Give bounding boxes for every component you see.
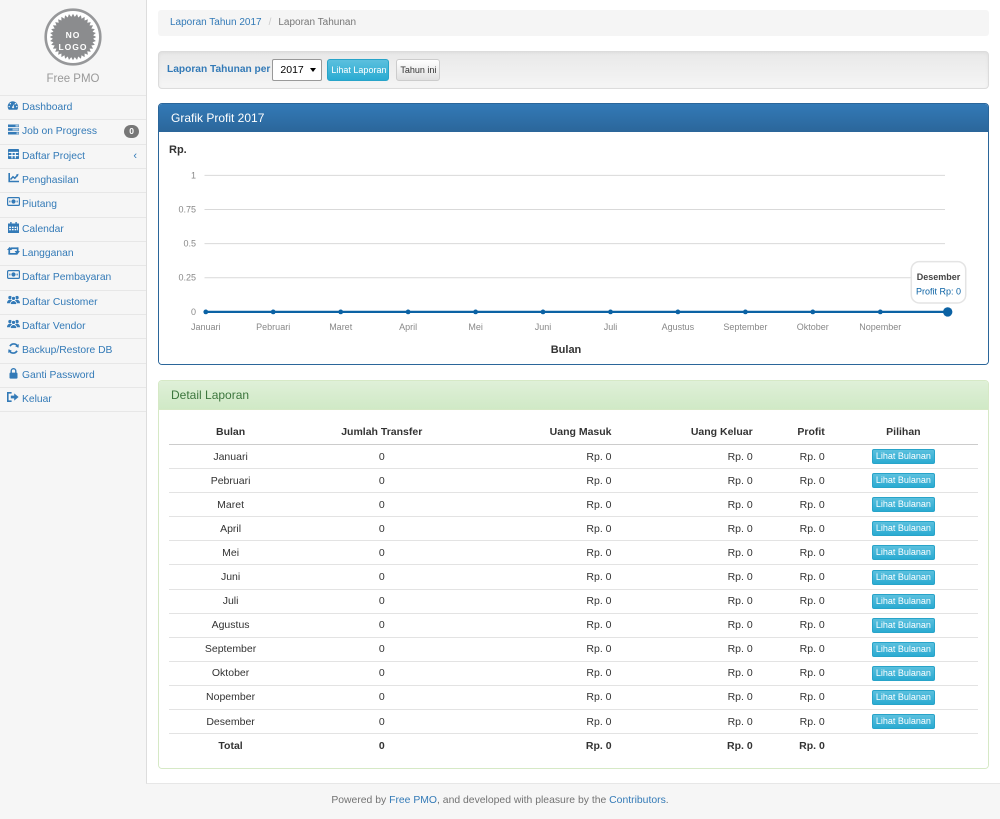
svg-text:Maret: Maret	[329, 322, 353, 332]
svg-text:0.5: 0.5	[183, 239, 196, 249]
svg-text:Agustus: Agustus	[662, 322, 695, 332]
svg-text:Oktober: Oktober	[797, 322, 829, 332]
svg-text:LOGO: LOGO	[58, 42, 87, 52]
svg-text:Nopember: Nopember	[859, 322, 901, 332]
svg-text:0: 0	[191, 307, 196, 317]
svg-text:Juli: Juli	[604, 322, 618, 332]
svg-text:Mei: Mei	[468, 322, 483, 332]
svg-text:Januari: Januari	[191, 322, 221, 332]
svg-text:April: April	[399, 322, 417, 332]
svg-text:September: September	[723, 322, 767, 332]
svg-text:NO: NO	[66, 30, 81, 40]
svg-text:Profit Rp: 0: Profit Rp: 0	[916, 287, 961, 297]
svg-text:Juni: Juni	[535, 322, 552, 332]
svg-text:0.75: 0.75	[178, 205, 196, 215]
svg-text:1: 1	[191, 170, 196, 180]
svg-text:Pebruari: Pebruari	[256, 322, 290, 332]
svg-text:0.25: 0.25	[178, 273, 196, 283]
svg-text:Rp.: Rp.	[169, 144, 187, 156]
svg-text:Desember: Desember	[917, 272, 961, 282]
svg-text:Bulan: Bulan	[551, 344, 582, 356]
